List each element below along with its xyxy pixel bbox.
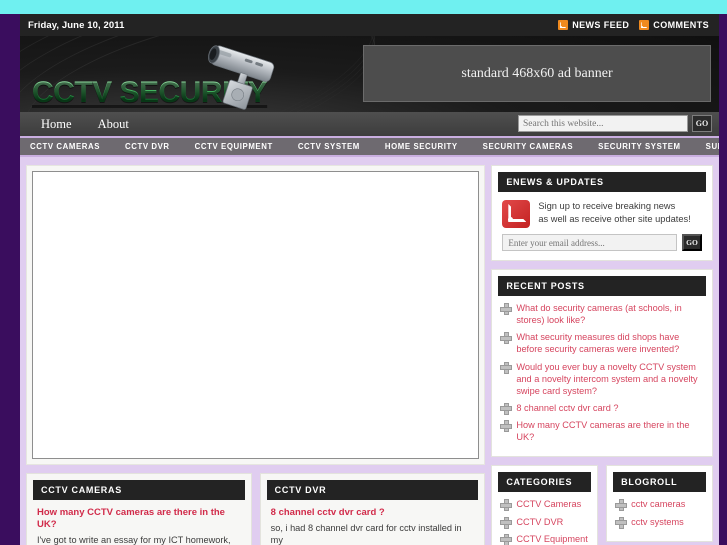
sidebar-bottom-row: CATEGORIES CCTV Cameras CCTV DVR CCTV Eq… — [491, 465, 714, 545]
page-body: CCTV CAMERAS How many CCTV cameras are t… — [20, 157, 719, 545]
enews-line-2: as well as receive other site updates! — [538, 214, 691, 225]
category-navigation: CCTV CAMERAS CCTV DVR CCTV EQUIPMENT CCT… — [20, 138, 719, 157]
plus-bullet-icon — [500, 420, 513, 433]
list-item[interactable]: 8 channel cctv dvr card ? — [500, 402, 704, 415]
featured-post-area — [26, 165, 486, 465]
widget-blogroll: BLOGROLL cctv cameras cctv systems — [606, 465, 714, 542]
blogroll-list: cctv cameras cctv systems — [613, 492, 706, 534]
cctv-camera-icon — [208, 45, 275, 110]
category-box-title: CCTV CAMERAS — [33, 480, 245, 500]
list-item[interactable]: CCTV DVR — [500, 516, 589, 529]
subnav-item-security-system[interactable]: SECURITY SYSTEM — [598, 142, 693, 151]
search-form: GO — [518, 115, 712, 132]
category-box-excerpt: I've got to write an essay for my ICT ho… — [37, 534, 231, 545]
plus-bullet-icon — [500, 332, 513, 345]
comments-feed-label: COMMENTS — [653, 20, 709, 30]
email-go-button[interactable]: GO — [682, 234, 702, 251]
rss-icon — [639, 20, 650, 30]
subnav-item-cctv-equipment[interactable]: CCTV EQUIPMENT — [195, 142, 285, 151]
recent-post-link[interactable]: What security measures did shops have be… — [516, 331, 704, 355]
enews-line-1: Sign up to receive breaking news — [538, 201, 676, 211]
category-box-body: 8 channel cctv dvr card ? so, i had 8 ch… — [267, 500, 479, 545]
list-item[interactable]: What do security cameras (at schools, in… — [500, 302, 704, 326]
page-root: Friday, June 10, 2011 NEWS FEED COMMENTS — [0, 0, 727, 545]
nav-item-home[interactable]: Home — [28, 112, 85, 136]
outer-frame: Friday, June 10, 2011 NEWS FEED COMMENTS — [8, 14, 719, 545]
category-link[interactable]: CCTV Cameras — [516, 498, 581, 510]
plus-bullet-icon — [615, 499, 628, 512]
list-item[interactable]: How many CCTV cameras are there in the U… — [500, 419, 704, 443]
recent-post-link[interactable]: What do security cameras (at schools, in… — [516, 302, 704, 326]
recent-post-link[interactable]: Would you ever buy a novelty CCTV system… — [516, 361, 704, 397]
enews-description: Sign up to receive breaking news as well… — [538, 200, 690, 227]
site-container: Friday, June 10, 2011 NEWS FEED COMMENTS — [20, 14, 719, 545]
list-item[interactable]: CCTV Equipment — [500, 533, 589, 545]
widget-recent-posts: RECENT POSTS What do security cameras (a… — [491, 269, 713, 458]
widget-blogroll-title: BLOGROLL — [613, 472, 707, 493]
category-preview-row: CCTV CAMERAS How many CCTV cameras are t… — [26, 473, 486, 545]
ad-banner[interactable]: standard 468x60 ad banner — [363, 45, 711, 102]
rss-icon — [502, 200, 531, 228]
comments-feed-link[interactable]: COMMENTS — [639, 20, 709, 30]
blogroll-column: BLOGROLL cctv cameras cctv systems — [606, 465, 714, 545]
category-link[interactable]: CCTV DVR — [516, 516, 563, 528]
news-feed-link[interactable]: NEWS FEED — [558, 20, 629, 30]
current-date: Friday, June 10, 2011 — [28, 19, 125, 31]
list-item[interactable]: CCTV Cameras — [500, 498, 589, 512]
search-input[interactable] — [518, 115, 688, 132]
subnav-item-cctv-system[interactable]: CCTV SYSTEM — [298, 142, 372, 151]
news-feed-label: NEWS FEED — [572, 20, 630, 30]
category-box-cctv-dvr: CCTV DVR 8 channel cctv dvr card ? so, i… — [259, 473, 486, 545]
nav-item-about[interactable]: About — [85, 112, 142, 136]
enews-form: GO — [498, 234, 706, 254]
plus-bullet-icon — [500, 533, 513, 545]
subnav-item-cctv-cameras[interactable]: CCTV CAMERAS — [30, 142, 112, 151]
recent-post-link[interactable]: How many CCTV cameras are there in the U… — [516, 419, 704, 443]
category-box-excerpt: so, i had 8 channel dvr card for cctv in… — [270, 522, 462, 545]
list-item[interactable]: cctv cameras — [615, 498, 704, 512]
list-item[interactable]: cctv systems — [615, 516, 704, 529]
plus-bullet-icon — [500, 361, 513, 374]
subnav-item-security-cameras[interactable]: SECURITY CAMERAS — [483, 142, 585, 151]
categories-list: CCTV Cameras CCTV DVR CCTV Equipment — [498, 492, 591, 545]
plus-bullet-icon — [615, 516, 628, 529]
widget-enews-title: ENEWS & UPDATES — [498, 172, 706, 192]
top-utility-bar: Friday, June 10, 2011 NEWS FEED COMMENTS — [20, 14, 719, 36]
blogroll-link[interactable]: cctv systems — [631, 516, 684, 528]
category-box-post-title[interactable]: 8 channel cctv dvr card ? — [271, 507, 475, 519]
recent-posts-list: What do security cameras (at schools, in… — [498, 296, 706, 450]
subnav-item-cctv-dvr[interactable]: CCTV DVR — [125, 142, 182, 151]
widget-recent-posts-title: RECENT POSTS — [498, 276, 706, 296]
email-input[interactable] — [502, 234, 677, 251]
categories-column: CATEGORIES CCTV Cameras CCTV DVR CCTV Eq… — [491, 465, 599, 545]
blogroll-link[interactable]: cctv cameras — [631, 498, 685, 510]
plus-bullet-icon — [500, 303, 513, 315]
plus-bullet-icon — [500, 516, 513, 529]
category-box-cctv-cameras: CCTV CAMERAS How many CCTV cameras are t… — [26, 473, 252, 545]
featured-post-frame — [32, 171, 480, 459]
sidebar: ENEWS & UPDATES Sign up to receive break… — [491, 165, 714, 545]
category-box-body: How many CCTV cameras are there in the U… — [33, 500, 245, 545]
subnav-item-home-security[interactable]: HOME SECURITY — [385, 142, 470, 151]
search-go-button[interactable]: GO — [692, 115, 712, 132]
category-box-title: CCTV DVR — [266, 480, 479, 500]
rss-icon — [558, 20, 569, 30]
category-box-post-title[interactable]: How many CCTV cameras are there in the U… — [37, 507, 241, 531]
category-link[interactable]: CCTV Equipment — [516, 533, 588, 545]
subnav-item-surveillance-camera[interactable]: SURVEILLANCE CAMERA — [706, 142, 719, 151]
site-header: CCTV SECURITY standard 468x60 ad banner — [20, 36, 719, 112]
list-item[interactable]: What security measures did shops have be… — [500, 331, 704, 355]
top-accent-bar — [0, 0, 727, 14]
enews-signup-row: Sign up to receive breaking news as well… — [498, 192, 706, 234]
plus-bullet-icon — [500, 499, 513, 512]
widget-enews: ENEWS & UPDATES Sign up to receive break… — [491, 165, 713, 261]
main-navigation: Home About GO — [20, 112, 719, 138]
list-item[interactable]: Would you ever buy a novelty CCTV system… — [500, 361, 704, 397]
widget-categories: CATEGORIES CCTV Cameras CCTV DVR CCTV Eq… — [491, 465, 599, 545]
recent-post-link[interactable]: 8 channel cctv dvr card ? — [516, 402, 618, 414]
content-column: CCTV CAMERAS How many CCTV cameras are t… — [26, 165, 486, 545]
feed-links: NEWS FEED COMMENTS — [558, 20, 709, 30]
widget-categories-title: CATEGORIES — [498, 472, 592, 493]
plus-bullet-icon — [500, 402, 513, 415]
